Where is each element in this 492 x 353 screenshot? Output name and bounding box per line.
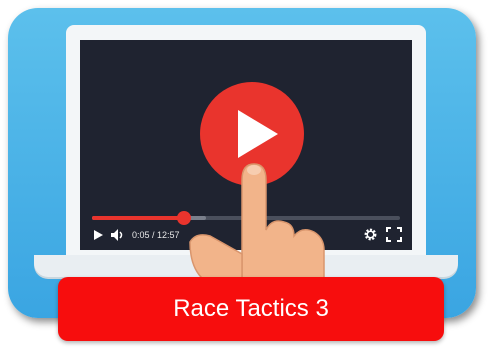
gear-icon[interactable] xyxy=(363,227,378,242)
progress-fill xyxy=(92,216,185,220)
video-title: Race Tactics 3 xyxy=(173,295,329,322)
fullscreen-icon[interactable] xyxy=(386,227,402,242)
pointing-hand-icon xyxy=(189,163,325,280)
title-banner: Race Tactics 3 xyxy=(58,277,444,341)
play-icon[interactable] xyxy=(92,229,104,241)
time-display: 0:05 / 12:57 xyxy=(132,230,180,240)
volume-icon[interactable] xyxy=(110,228,126,242)
